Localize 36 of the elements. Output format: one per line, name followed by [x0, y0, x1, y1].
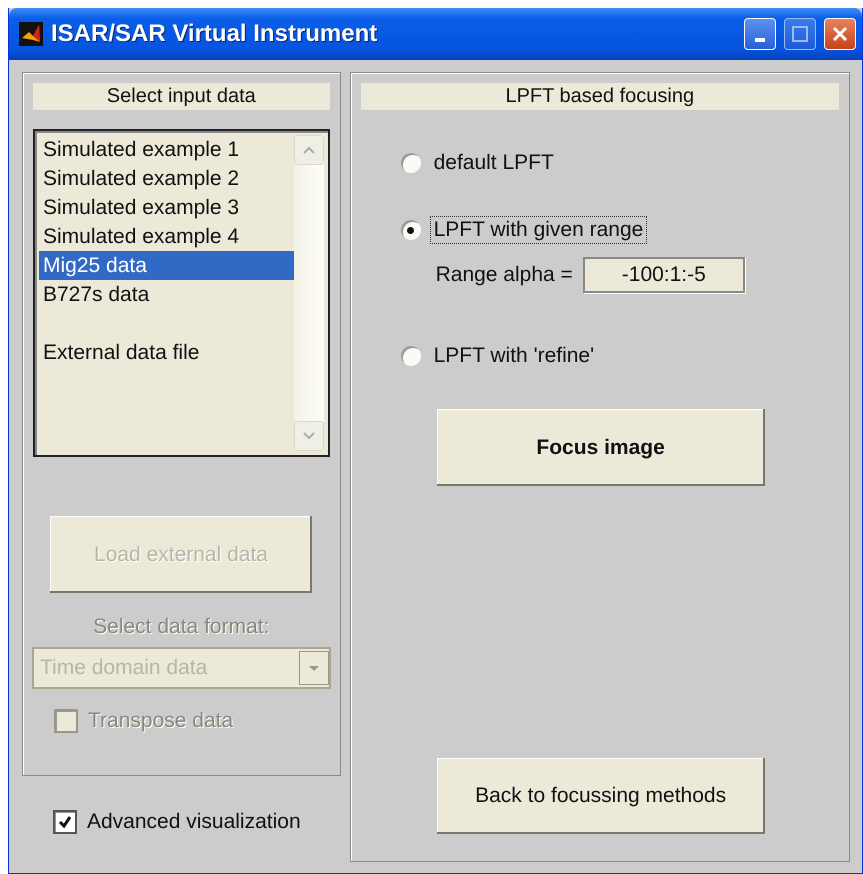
minimize-icon: [755, 38, 765, 42]
chevron-down-icon: [302, 431, 316, 441]
radio-button[interactable]: [400, 153, 421, 173]
window-title: ISAR/SAR Virtual Instrument: [51, 20, 378, 48]
list-item[interactable]: Simulated example 1: [39, 135, 294, 164]
close-button[interactable]: [824, 18, 856, 50]
focus-image-button[interactable]: Focus image: [436, 409, 765, 486]
range-label: Range alpha =: [436, 263, 573, 287]
close-icon: [832, 26, 848, 42]
panel-title: Select input data: [33, 83, 330, 110]
scrollbar[interactable]: [294, 135, 324, 451]
radio-button[interactable]: [400, 220, 421, 240]
list-item[interactable]: External data file: [39, 338, 294, 367]
checkbox-label: Advanced visualization: [87, 810, 301, 834]
list-item[interactable]: Mig25 data: [39, 251, 294, 280]
app-logo-icon: [19, 22, 43, 46]
maximize-icon: [792, 26, 808, 42]
panel-title: LPFT based focusing: [360, 83, 839, 110]
list-item[interactable]: Simulated example 4: [39, 222, 294, 251]
list-item[interactable]: Simulated example 2: [39, 164, 294, 193]
checkbox[interactable]: [53, 810, 77, 834]
checkmark-icon: [58, 815, 72, 829]
minimize-button[interactable]: [744, 18, 776, 50]
maximize-button[interactable]: [784, 18, 816, 50]
back-button[interactable]: Back to focussing methods: [436, 758, 765, 834]
radio-button[interactable]: [400, 346, 421, 366]
format-label: Select data format:: [93, 615, 270, 639]
radio-label[interactable]: LPFT with given range: [430, 217, 646, 243]
list-item[interactable]: B727s data: [39, 280, 294, 309]
chevron-up-icon: [302, 145, 316, 155]
radio-label[interactable]: default LPFT: [430, 150, 557, 176]
data-list[interactable]: Simulated example 1 Simulated example 2 Simulated example 3 Simulated example 4 Mig25 data B727s data External data file: [33, 129, 330, 457]
list-item[interactable]: Simulated example 3: [39, 193, 294, 222]
range-field[interactable]: -100:1:-5: [582, 257, 745, 293]
checkbox-label: Transpose data: [88, 709, 234, 733]
radio-label[interactable]: LPFT with 'refine': [430, 343, 598, 369]
